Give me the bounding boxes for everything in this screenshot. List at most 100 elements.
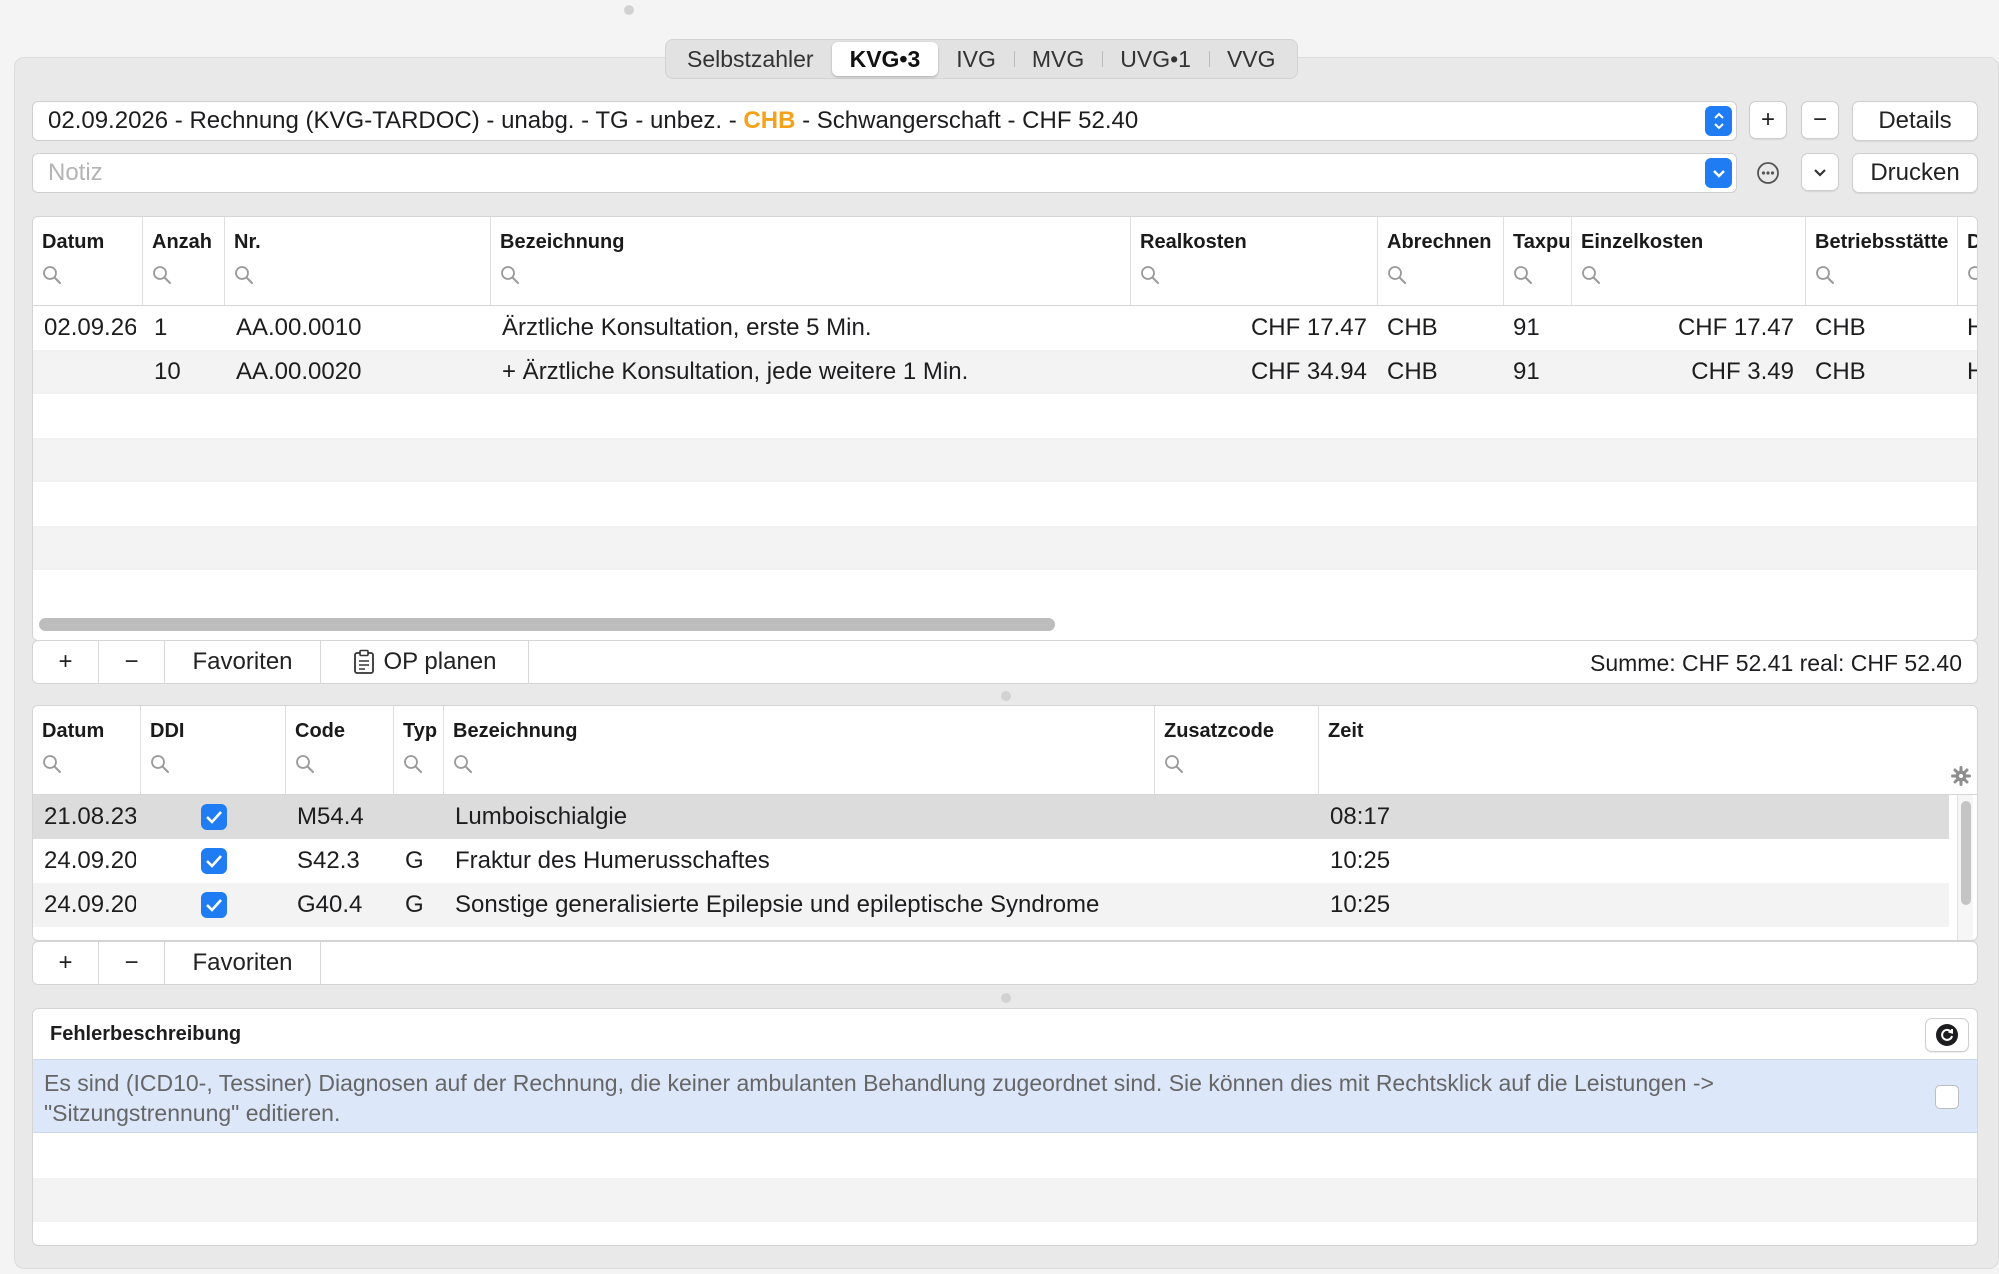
ellipsis-icon[interactable] bbox=[1755, 160, 1781, 186]
col-header-code[interactable]: Code bbox=[286, 706, 394, 794]
search-icon[interactable] bbox=[42, 265, 62, 290]
details-button[interactable]: Details bbox=[1852, 101, 1978, 141]
table-row[interactable]: 02.09.26 1 AA.00.0010 Ärztliche Konsulta… bbox=[33, 306, 1977, 350]
remove-service-button[interactable]: − bbox=[99, 641, 165, 683]
tab-selbstzahler[interactable]: Selbstzahler bbox=[669, 42, 832, 76]
cell-nr: AA.00.0010 bbox=[236, 314, 362, 341]
cell-einzelkosten: CHF 3.49 bbox=[1691, 358, 1794, 385]
search-icon[interactable] bbox=[1387, 265, 1407, 290]
col-header-bezeichnung[interactable]: Bezeichnung bbox=[491, 217, 1131, 305]
checkbox-icon[interactable] bbox=[1935, 1085, 1959, 1109]
split-view-handle[interactable] bbox=[1001, 993, 1011, 1003]
search-icon[interactable] bbox=[1164, 754, 1184, 779]
empty-row bbox=[33, 570, 1977, 614]
invoice-selector[interactable]: 02.09.2026 - Rechnung (KVG-TARDOC) - una… bbox=[32, 101, 1737, 141]
cell-code: S42.3 bbox=[297, 847, 360, 874]
diagnosis-favorites-button[interactable]: Favoriten bbox=[165, 942, 321, 984]
search-icon[interactable] bbox=[1815, 265, 1835, 290]
col-header-datum[interactable]: Datum bbox=[33, 217, 143, 305]
cell-bezeichnung: Sonstige generalisierte Epilepsie und ep… bbox=[455, 891, 1100, 918]
col-header-realkosten[interactable]: Realkosten bbox=[1131, 217, 1378, 305]
tab-kvg[interactable]: KVG•3 bbox=[831, 42, 939, 76]
add-service-button[interactable]: + bbox=[33, 641, 99, 683]
cell-taxpunkte: 91 bbox=[1513, 358, 1540, 385]
op-plan-label: OP planen bbox=[383, 648, 497, 675]
col-header-ddi[interactable]: DDI bbox=[141, 706, 286, 794]
col-header-nr[interactable]: Nr. bbox=[225, 217, 491, 305]
remove-invoice-button[interactable]: − bbox=[1801, 101, 1839, 139]
table-row[interactable]: 24.09.20 S42.3 G Fraktur des Humerusscha… bbox=[33, 839, 1949, 883]
cell-bezeichnung: Lumboischialgie bbox=[455, 803, 628, 830]
services-table: Datum Anzah Nr. Bezeichnung Realkosten A… bbox=[32, 216, 1978, 641]
print-button[interactable]: Drucken bbox=[1852, 153, 1978, 193]
cell-bezeichnung: Fraktur des Humerusschaftes bbox=[455, 847, 770, 874]
checkbox-icon[interactable] bbox=[201, 848, 227, 874]
col-header-typ[interactable]: Typ bbox=[394, 706, 444, 794]
error-message-line1: Es sind (ICD10-, Tessiner) Diagnosen auf… bbox=[44, 1070, 1714, 1096]
col-header-betriebsstaette[interactable]: Betriebsstätte bbox=[1806, 217, 1958, 305]
gear-icon[interactable] bbox=[1951, 766, 1971, 791]
horizontal-scrollbar[interactable] bbox=[39, 618, 1055, 631]
tab-mvg[interactable]: MVG bbox=[1013, 42, 1102, 76]
col-header-anzahl[interactable]: Anzah bbox=[143, 217, 225, 305]
search-icon[interactable] bbox=[1513, 265, 1533, 290]
col-header-abrechnen[interactable]: Abrechnen bbox=[1378, 217, 1504, 305]
col-header-taxpunkte[interactable]: Taxpu bbox=[1504, 217, 1572, 305]
invoice-chb-highlight: CHB bbox=[743, 107, 796, 134]
cell-datum: 02.09.26 bbox=[44, 314, 136, 341]
empty-row bbox=[33, 438, 1977, 482]
cell-zeit: 08:17 bbox=[1330, 803, 1391, 830]
chevron-down-icon[interactable] bbox=[1705, 158, 1732, 188]
print-options-button[interactable] bbox=[1801, 153, 1839, 191]
cell-taxpunkte: 91 bbox=[1513, 314, 1540, 341]
table-row[interactable]: 21.08.23 M54.4 Lumboischialgie 08:17 bbox=[33, 795, 1949, 839]
error-row[interactable]: Es sind (ICD10-, Tessiner) Diagnosen auf… bbox=[33, 1059, 1977, 1133]
add-invoice-button[interactable]: + bbox=[1749, 101, 1787, 139]
table-row[interactable]: 10 AA.00.0020 + Ärztliche Konsultation, … bbox=[33, 350, 1977, 394]
search-icon[interactable] bbox=[1581, 265, 1601, 290]
note-field[interactable]: Notiz bbox=[32, 153, 1737, 193]
cell-datum bbox=[44, 350, 136, 394]
checkbox-icon[interactable] bbox=[201, 804, 227, 830]
search-icon[interactable] bbox=[150, 754, 170, 779]
search-icon[interactable] bbox=[42, 754, 62, 779]
search-icon[interactable] bbox=[1140, 265, 1160, 290]
cell-realkosten: CHF 17.47 bbox=[1250, 314, 1367, 341]
stepper-icon[interactable] bbox=[1705, 106, 1732, 136]
cell-datum: 24.09.20 bbox=[44, 891, 136, 918]
remove-diagnosis-button[interactable]: − bbox=[99, 942, 165, 984]
col-header-einzelkosten[interactable]: Einzelkosten bbox=[1572, 217, 1806, 305]
col-header-zeit[interactable]: Zeit bbox=[1319, 706, 1977, 794]
tab-uvg[interactable]: UVG•1 bbox=[1102, 42, 1209, 76]
error-message-line2: "Sitzungstrennung" editieren. bbox=[44, 1100, 341, 1126]
search-icon[interactable] bbox=[403, 754, 423, 779]
invoice-prefix: 02.09.2026 - Rechnung (KVG-TARDOC) - una… bbox=[48, 107, 744, 134]
search-icon[interactable] bbox=[453, 754, 473, 779]
diagnoses-toolbar: + − Favoriten bbox=[32, 941, 1978, 985]
search-icon[interactable] bbox=[295, 754, 315, 779]
col-header-bezeichnung[interactable]: Bezeichnung bbox=[444, 706, 1155, 794]
search-icon[interactable] bbox=[234, 265, 254, 290]
search-icon[interactable] bbox=[1967, 265, 1977, 290]
favorites-button[interactable]: Favoriten bbox=[165, 641, 321, 683]
col-header-zusatzcode[interactable]: Zusatzcode bbox=[1155, 706, 1319, 794]
error-panel-title: Fehlerbeschreibung bbox=[50, 1023, 242, 1045]
vertical-scrollbar[interactable] bbox=[1961, 801, 1971, 905]
add-diagnosis-button[interactable]: + bbox=[33, 942, 99, 984]
op-plan-button[interactable]: OP planen bbox=[321, 641, 529, 683]
refresh-button[interactable] bbox=[1925, 1018, 1969, 1052]
search-icon[interactable] bbox=[152, 265, 172, 290]
col-header-datum[interactable]: Datum bbox=[33, 706, 141, 794]
cell-anzahl: 1 bbox=[154, 314, 168, 341]
empty-row bbox=[33, 394, 1977, 438]
invoice-suffix: - Schwangerschaft - CHF 52.40 bbox=[795, 107, 1139, 134]
tab-ivg[interactable]: IVG bbox=[938, 42, 1014, 76]
tab-vvg[interactable]: VVG bbox=[1208, 42, 1294, 76]
search-icon[interactable] bbox=[500, 265, 520, 290]
split-view-handle[interactable] bbox=[1001, 691, 1011, 701]
table-row[interactable]: 24.09.20 G40.4 G Sonstige generalisierte… bbox=[33, 883, 1949, 927]
checkbox-icon[interactable] bbox=[201, 892, 227, 918]
window-drag-dot bbox=[624, 5, 634, 15]
col-header-d[interactable]: D bbox=[1958, 217, 1977, 305]
cell-betriebsstaette: CHB bbox=[1815, 358, 1866, 385]
